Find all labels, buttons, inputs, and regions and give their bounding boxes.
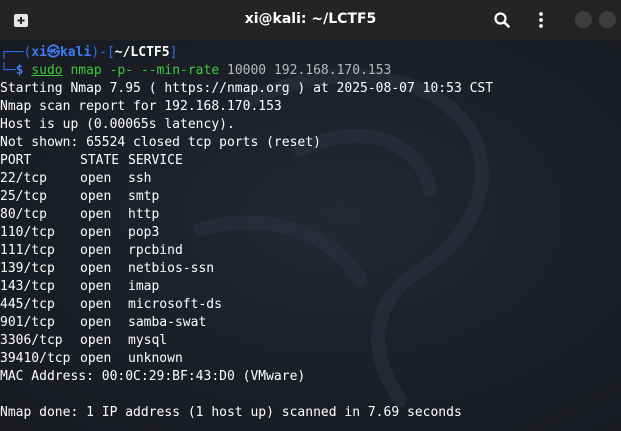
output-start: Starting Nmap 7.95 ( https://nmap.org ) …: [0, 81, 494, 96]
output-done: Nmap done: 1 IP address (1 host up) scan…: [0, 405, 462, 420]
port-cell: 39410/tcp: [0, 351, 71, 366]
port-cell: 3306/tcp: [0, 333, 63, 348]
table-row: 110/tcp open pop3: [0, 224, 621, 242]
state-cell: open: [80, 351, 112, 366]
port-cell: 139/tcp: [0, 261, 55, 276]
state-cell: open: [80, 225, 112, 240]
state-cell: open: [80, 297, 112, 312]
table-row: 80/tcp open http: [0, 206, 621, 224]
state-cell: open: [80, 333, 112, 348]
prompt-close: ]: [169, 45, 178, 60]
terminal-body[interactable]: ┌──(xi㉿kali)-[~/LCTF5] └─$ sudo nmap -p-…: [0, 40, 621, 431]
prompt-separator: )-[: [91, 45, 115, 60]
service-cell: http: [128, 207, 160, 222]
port-cell: 901/tcp: [0, 315, 55, 330]
prompt-dollar: $: [15, 63, 24, 78]
state-cell: open: [80, 279, 112, 294]
service-cell: ssh: [128, 171, 152, 186]
table-row: 25/tcp open smtp: [0, 188, 621, 206]
output-report: Nmap scan report for 192.168.170.153: [0, 99, 282, 114]
table-row: 39410/tcp open unknown: [0, 350, 621, 368]
command-sudo: sudo: [31, 63, 63, 78]
port-cell: 143/tcp: [0, 279, 55, 294]
state-cell: open: [80, 171, 112, 186]
command-text: nmap -p- --min-rate: [70, 63, 220, 78]
state-cell: open: [80, 189, 112, 204]
service-cell: microsoft-ds: [128, 297, 222, 312]
prompt-bracket: ┌──(: [0, 45, 32, 60]
table-row: 139/tcp open netbios-ssn: [0, 260, 621, 278]
state-cell: open: [80, 315, 112, 330]
service-cell: unknown: [128, 351, 183, 366]
prompt-user: xi: [31, 45, 47, 60]
window-title: xi@kali: ~/LCTF5: [244, 11, 377, 27]
close-icon[interactable]: [599, 11, 616, 28]
table-row: 445/tcp open microsoft-ds: [0, 296, 621, 314]
table-row: 901/tcp open samba-swat: [0, 314, 621, 332]
header-port: PORT: [0, 153, 32, 168]
table-row: 3306/tcp open mysql: [0, 332, 621, 350]
command-rate: 10000: [227, 63, 267, 78]
terminal-window: xi@kali: ~/LCTF5 ┌──(xi㉿kali)-[~/LCTF5] …: [0, 0, 621, 431]
output-not-shown: Not shown: 65524 closed tcp ports (reset…: [0, 135, 321, 150]
port-cell: 445/tcp: [0, 297, 55, 312]
port-cell: 110/tcp: [0, 225, 55, 240]
prompt-line-1: ┌──(xi㉿kali)-[~/LCTF5]: [0, 44, 621, 62]
title-bar: xi@kali: ~/LCTF5: [0, 0, 621, 40]
port-cell: 25/tcp: [0, 189, 47, 204]
output-host: Host is up (0.00065s latency).: [0, 117, 235, 132]
service-cell: rpcbind: [128, 243, 183, 258]
command-target: 192.168.170.153: [273, 63, 392, 78]
port-cell: 80/tcp: [0, 207, 47, 222]
service-cell: mysql: [128, 333, 168, 348]
port-cell: 111/tcp: [0, 243, 55, 258]
header-state: STATE: [80, 153, 120, 168]
service-cell: smtp: [128, 189, 160, 204]
table-row: 111/tcp open rpcbind: [0, 242, 621, 260]
prompt-host: kali: [59, 45, 92, 60]
kebab-menu-icon[interactable]: [531, 10, 551, 30]
service-cell: imap: [128, 279, 160, 294]
state-cell: open: [80, 207, 112, 222]
header-service: SERVICE: [128, 153, 183, 168]
prompt-path: ~/LCTF5: [114, 45, 170, 60]
table-row: 143/tcp open imap: [0, 278, 621, 296]
state-cell: open: [80, 261, 112, 276]
port-table-header: PORT STATE SERVICE: [0, 152, 621, 170]
minimize-icon[interactable]: [575, 11, 592, 28]
prompt-arrow: └─: [0, 63, 16, 78]
service-cell: netbios-ssn: [128, 261, 215, 276]
search-icon[interactable]: [492, 10, 512, 30]
service-cell: pop3: [128, 225, 160, 240]
service-cell: samba-swat: [128, 315, 207, 330]
output-mac: MAC Address: 00:0C:29:BF:43:D0 (VMware): [0, 369, 306, 384]
table-row: 22/tcp open ssh: [0, 170, 621, 188]
port-cell: 22/tcp: [0, 171, 47, 186]
command-line: └─$ sudo nmap -p- --min-rate 10000 192.1…: [0, 62, 621, 80]
state-cell: open: [80, 243, 112, 258]
prompt-at-symbol: ㉿: [46, 45, 60, 60]
